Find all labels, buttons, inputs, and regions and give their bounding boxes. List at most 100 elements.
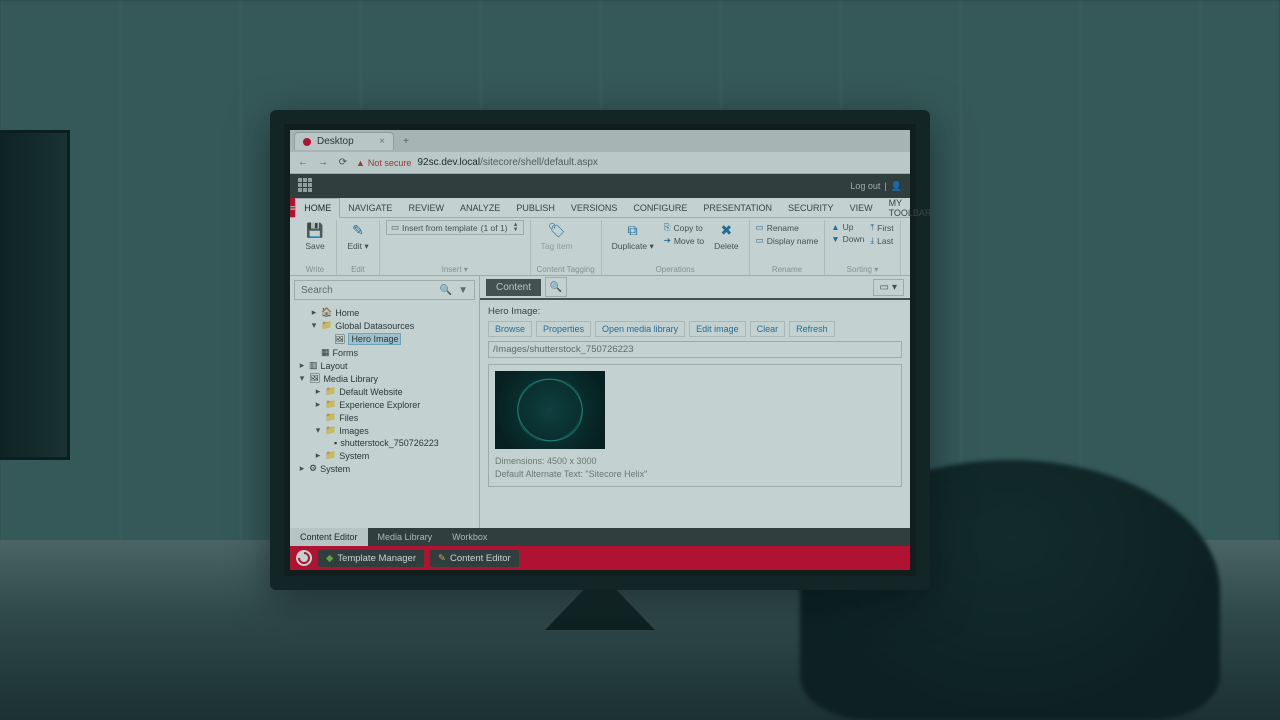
group-label-write: Write (300, 264, 330, 275)
copy-icon: ⎘ (664, 222, 671, 233)
group-label-tagging: Content Tagging (537, 264, 595, 275)
move-up-button[interactable]: ▲Up (831, 222, 864, 232)
move-icon: ➔ (664, 235, 671, 246)
folder-icon: 📁 (325, 425, 336, 436)
app-switcher-icon[interactable] (298, 178, 314, 194)
move-to-button[interactable]: ➔Move to (664, 235, 704, 246)
ribbon-tab-security[interactable]: SECURITY (780, 198, 842, 217)
ribbon-tab-home[interactable]: HOME (295, 198, 340, 218)
content-search-icon[interactable]: 🔍 (545, 277, 567, 297)
ribbon-tab-configure[interactable]: CONFIGURE (625, 198, 695, 217)
edit-image-button[interactable]: Edit image (689, 321, 746, 337)
nav-back-icon[interactable]: ← (296, 157, 310, 168)
workspace: Search 🔍 ▼ ▸🏠Home ▾📁Global Datasources 🖼… (290, 276, 910, 528)
ribbon-tabstrip: ≡ HOME NAVIGATE REVIEW ANALYZE PUBLISH V… (290, 198, 910, 218)
taskbar-template-manager[interactable]: ◆Template Manager (318, 550, 424, 567)
logout-link[interactable]: Log out | 👤 (850, 181, 902, 192)
rename-button[interactable]: ▭Rename (756, 222, 819, 233)
last-icon: ⤓ (870, 235, 874, 246)
browse-button[interactable]: Browse (488, 321, 532, 337)
bottom-tab-content-editor[interactable]: Content Editor (290, 528, 368, 546)
secondary-monitor (0, 130, 70, 460)
search-dropdown-icon[interactable]: ▼ (458, 285, 468, 296)
tree-search-input[interactable]: Search 🔍 ▼ (294, 280, 475, 300)
insert-from-template-box[interactable]: ▭ Insert from template (1 of 1) ▲▼ (386, 220, 524, 235)
ribbon: 💾 Save Write ✎ Edit ▾ Edit (290, 218, 910, 276)
not-secure-badge[interactable]: ▲ Not secure (356, 158, 411, 168)
search-icon[interactable]: 🔍 (440, 285, 452, 296)
down-icon: ▼ (831, 234, 839, 244)
system-icon: ⚙ (309, 463, 317, 474)
duplicate-icon: ⧉ (628, 222, 638, 239)
delete-button[interactable]: ✖ Delete (710, 220, 743, 253)
language-selector[interactable]: ▭▾ (873, 279, 904, 296)
layout-icon: ▥ (309, 360, 318, 371)
open-media-library-button[interactable]: Open media library (595, 321, 685, 337)
bottom-tab-workbox[interactable]: Workbox (442, 528, 497, 546)
refresh-button[interactable]: Refresh (789, 321, 835, 337)
content-panel: Content 🔍 ▭▾ Hero Image: Browse Properti… (480, 276, 910, 528)
cube-icon: ◆ (326, 553, 333, 564)
screen: Desktop × + ← → ⟳ ▲ Not secure 92sc.dev.… (290, 130, 910, 570)
save-icon: 💾 (306, 222, 323, 239)
nav-reload-icon[interactable]: ⟳ (336, 157, 350, 168)
browser-tab[interactable]: Desktop × (294, 132, 394, 150)
image-alt-text: Default Alternate Text: "Sitecore Helix" (495, 468, 895, 481)
bottom-tab-media-library[interactable]: Media Library (368, 528, 443, 546)
image-file-icon: ▪ (334, 438, 337, 448)
start-orb-icon[interactable] (296, 550, 312, 566)
taskbar-content-editor[interactable]: ✎Content Editor (430, 550, 519, 567)
ribbon-tab-navigate[interactable]: NAVIGATE (340, 198, 400, 217)
ribbon-tab-versions[interactable]: VERSIONS (563, 198, 626, 217)
folder-icon: 📁 (321, 320, 332, 331)
ribbon-tab-review[interactable]: REVIEW (400, 198, 452, 217)
content-tree-panel: Search 🔍 ▼ ▸🏠Home ▾📁Global Datasources 🖼… (290, 276, 480, 528)
media-library-icon: 🖼 (309, 373, 320, 384)
divider: | (884, 181, 886, 191)
save-button[interactable]: 💾 Save (300, 220, 330, 253)
field-label: Hero Image: (488, 306, 902, 317)
ribbon-tab-presentation[interactable]: PRESENTATION (695, 198, 780, 217)
browser-tabstrip: Desktop × + (290, 130, 910, 152)
image-path: /Images/shutterstock_750726223 (488, 341, 902, 358)
nav-forward-icon[interactable]: → (316, 157, 330, 168)
new-tab-button[interactable]: + (398, 133, 414, 149)
ribbon-tab-view[interactable]: VIEW (842, 198, 881, 217)
first-icon: ⤒ (870, 222, 874, 233)
tree-item-hero-image[interactable]: Hero Image (348, 333, 401, 345)
tag-icon: 🏷 (548, 222, 566, 239)
url-field[interactable]: 92sc.dev.local/sitecore/shell/default.as… (417, 157, 904, 168)
field-panel: Hero Image: Browse Properties Open media… (480, 300, 910, 528)
clear-button[interactable]: Clear (750, 321, 786, 337)
image-preview-box: Dimensions: 4500 x 3000 Default Alternat… (488, 364, 902, 487)
bottom-tabstrip: Content Editor Media Library Workbox (290, 528, 910, 546)
image-dimensions: Dimensions: 4500 x 3000 (495, 455, 895, 468)
close-tab-icon[interactable]: × (379, 136, 385, 147)
content-tab[interactable]: Content (486, 279, 541, 296)
duplicate-button[interactable]: ⧉ Duplicate ▾ (608, 220, 658, 254)
move-down-button[interactable]: ▼Down (831, 234, 864, 244)
properties-button[interactable]: Properties (536, 321, 591, 337)
display-name-icon: ▭ (756, 235, 764, 246)
monitor-bezel: Desktop × + ← → ⟳ ▲ Not secure 92sc.dev.… (270, 110, 930, 590)
group-label-insert: Insert (442, 265, 462, 274)
warning-icon: ▲ (356, 158, 365, 168)
content-tree[interactable]: ▸🏠Home ▾📁Global Datasources 🖼Hero Image … (290, 304, 479, 528)
opera-icon (303, 138, 311, 146)
move-first-button[interactable]: ⤒First (870, 222, 893, 233)
display-name-button[interactable]: ▭Display name (756, 235, 819, 246)
app-taskbar: ◆Template Manager ✎Content Editor (290, 546, 910, 570)
up-icon: ▲ (831, 222, 839, 232)
ribbon-tab-publish[interactable]: PUBLISH (508, 198, 563, 217)
group-label-rename: Rename (756, 264, 819, 275)
browser-tab-title: Desktop (317, 136, 354, 147)
ribbon-tab-mytoolbar[interactable]: MY TOOLBAR (881, 198, 940, 217)
flag-icon: ▭ (880, 282, 889, 293)
group-label-operations: Operations (608, 264, 743, 275)
edit-icon: ✎ (352, 222, 364, 239)
browser-address-bar: ← → ⟳ ▲ Not secure 92sc.dev.local/siteco… (290, 152, 910, 174)
copy-to-button[interactable]: ⎘Copy to (664, 222, 704, 233)
edit-button[interactable]: ✎ Edit ▾ (343, 220, 373, 254)
move-last-button[interactable]: ⤓Last (870, 235, 893, 246)
ribbon-tab-analyze[interactable]: ANALYZE (452, 198, 508, 217)
